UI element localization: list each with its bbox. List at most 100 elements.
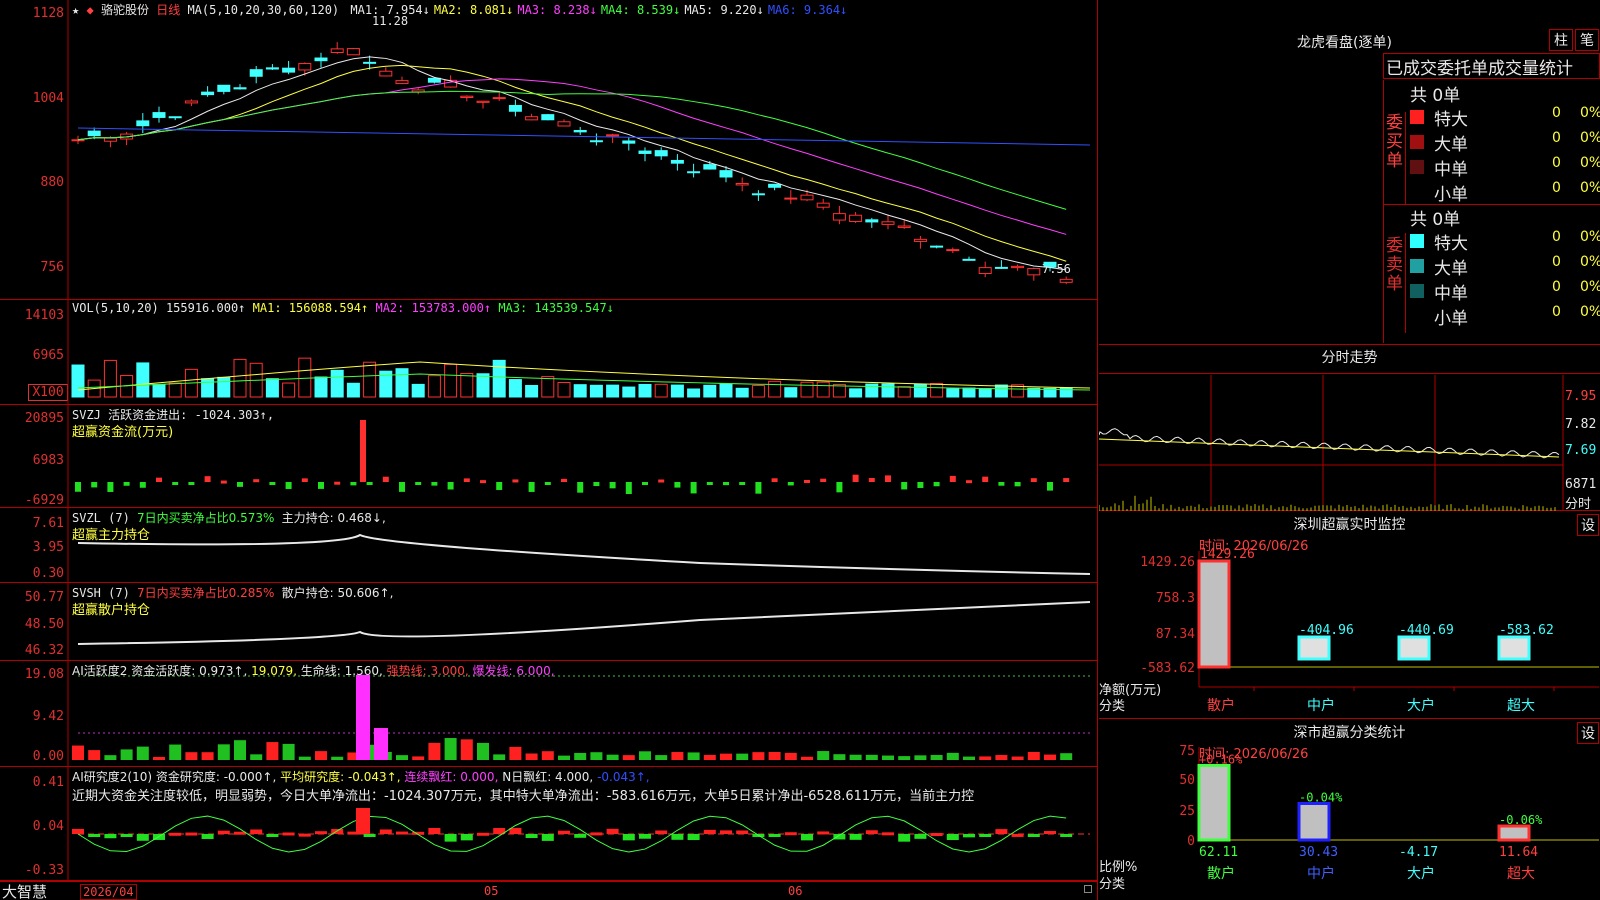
candle	[525, 116, 539, 121]
volume-bar	[784, 387, 798, 398]
fund-flow-bar	[496, 482, 503, 490]
sell-section: 委卖单 共 0单 特大 0 0% 大单 0 0% 中单 0 0% 小单 0 0%	[1384, 205, 1600, 343]
research-bar	[558, 830, 570, 834]
research-bar	[898, 834, 911, 842]
fund-flow-bar	[269, 482, 276, 485]
research-bar	[72, 828, 84, 834]
activity-bar	[509, 746, 522, 760]
activity-bar	[185, 752, 198, 760]
classify-top-label: -0.06%	[1499, 813, 1543, 827]
monitor-tick: -583.62	[1140, 661, 1195, 676]
activity-bar	[574, 752, 587, 760]
order-percent: 0%	[1580, 155, 1600, 171]
monitor-category: 大户	[1407, 697, 1435, 714]
candle	[638, 150, 652, 154]
volume-bar	[508, 379, 522, 398]
color-swatch	[1410, 259, 1424, 273]
fund-flow-bar	[820, 478, 827, 482]
kline-chart-area[interactable]: ★ ◆ 骆驼股份 日线 MA(5,10,20,30,60,120) MA1: 7…	[0, 0, 1098, 900]
activity-bar	[331, 756, 344, 760]
classify-top-label: +0.16%	[1199, 752, 1243, 766]
candle	[978, 267, 992, 275]
color-swatch	[1410, 110, 1424, 124]
classify-bar	[1297, 801, 1331, 842]
monitor-bar-label: -440.69	[1399, 623, 1454, 638]
tick-mode-button[interactable]: 笔	[1575, 29, 1599, 51]
color-swatch	[1410, 185, 1424, 199]
candle	[670, 159, 684, 164]
activity-bar	[493, 754, 506, 760]
research-bar	[720, 830, 732, 834]
fund-flow-bar	[204, 476, 211, 482]
order-row: 大单 0 0%	[1410, 130, 1600, 155]
candle	[298, 63, 312, 71]
candle	[1027, 268, 1041, 276]
monitor-panel[interactable]: 深圳超赢实时监控 设 时间: 2026/06/26 净额(万元) 分类 1429…	[1099, 511, 1600, 719]
order-percent: 0%	[1580, 279, 1600, 295]
volume-bar	[557, 381, 571, 398]
candle	[913, 238, 927, 242]
fund-flow-bar	[360, 420, 366, 482]
color-swatch	[1410, 160, 1424, 174]
monitor-category: 超大	[1507, 698, 1535, 714]
monitor-tick: 1429.26	[1140, 555, 1195, 570]
activity-bar	[266, 742, 279, 760]
fund-flow-bar	[593, 482, 600, 487]
fund-flow-bar	[528, 482, 535, 492]
order-percent: 0%	[1580, 254, 1600, 270]
lhb-title: 龙虎看盘(逐单)	[1297, 35, 1392, 51]
research-bar	[1011, 833, 1024, 837]
activity-bar	[817, 751, 830, 760]
volume-bar	[265, 378, 279, 398]
activity-bar	[201, 752, 214, 760]
activity-bar	[396, 755, 408, 760]
classify-panel[interactable]: 深市超赢分类统计 设 时间: 2026/06/26 比例% 分类 75 50 25 0…	[1099, 719, 1600, 900]
research-bar	[574, 834, 587, 838]
volume-bar	[460, 373, 474, 398]
fund-flow-bar	[933, 482, 940, 487]
intraday-panel[interactable]: 分时走势 7.95 7.82 7.69 6871 分时	[1099, 345, 1600, 512]
volume-bar	[849, 388, 863, 398]
volume-bar	[687, 388, 701, 398]
fund-flow-bar	[577, 482, 584, 493]
candle	[735, 183, 749, 186]
price-line	[1099, 428, 1560, 459]
activity-bar	[356, 675, 370, 760]
activity-bar	[784, 752, 797, 760]
activity-bar	[687, 752, 700, 760]
research-bar	[396, 831, 408, 835]
research-bar	[104, 834, 117, 839]
classify-bottom-label: -4.17	[1399, 845, 1438, 860]
fund-flow-bar	[107, 482, 114, 492]
candle	[687, 171, 701, 174]
research-bar	[639, 834, 651, 839]
monitor-bar-label: 1429.26	[1200, 547, 1255, 562]
fund-flow-bar	[1030, 478, 1037, 482]
fund-flow-bar	[1014, 482, 1021, 487]
candle	[606, 134, 620, 137]
research-bar	[217, 830, 230, 834]
order-size-label: 大单	[1434, 259, 1468, 279]
bar-mode-button[interactable]: 柱	[1549, 29, 1573, 51]
fund-flow-bar	[836, 482, 843, 493]
volume-bar	[994, 384, 1008, 398]
avg-price-line	[1099, 438, 1560, 458]
activity-bar	[930, 754, 943, 760]
classify-bar	[1497, 824, 1531, 842]
fund-flow-bar	[447, 482, 454, 490]
candle	[994, 266, 1008, 269]
candle	[573, 130, 587, 133]
candle	[719, 170, 733, 178]
order-percent: 0%	[1580, 304, 1600, 320]
volume-bar	[606, 384, 620, 398]
volume-bar	[103, 359, 117, 398]
order-row: 中单 0 0%	[1410, 155, 1600, 180]
candle	[233, 87, 247, 90]
activity-bar	[153, 756, 165, 760]
candle	[622, 140, 636, 144]
fund-flow-bar	[998, 482, 1005, 486]
candle	[379, 70, 393, 77]
activity-bar	[250, 754, 263, 760]
research-bar	[930, 833, 943, 837]
fund-flow-bar	[1063, 478, 1070, 482]
